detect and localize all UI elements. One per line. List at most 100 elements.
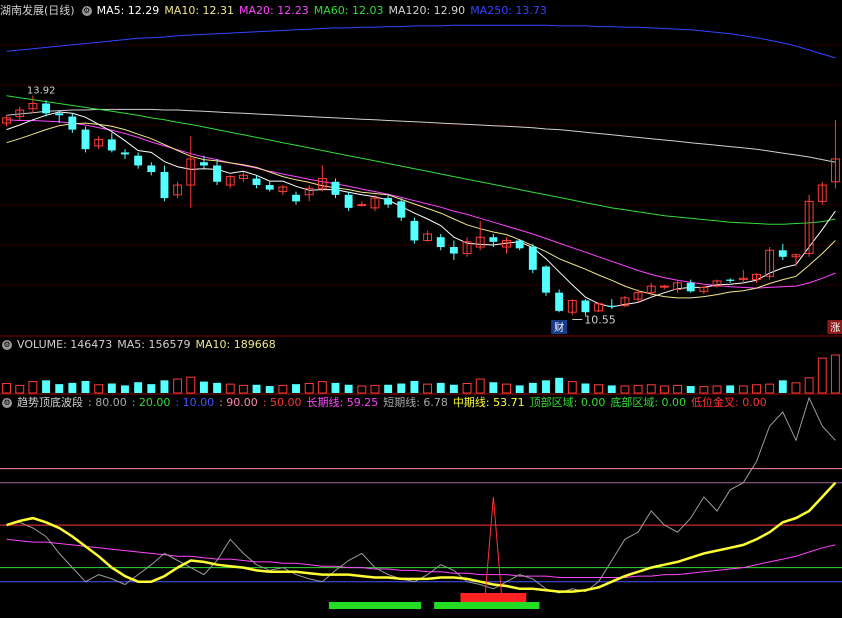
volume-bar (81, 380, 90, 393)
candle-body (489, 237, 498, 242)
volume-bar (213, 382, 222, 393)
volume-bar (344, 384, 353, 393)
golden-cross-spike (484, 496, 502, 594)
volume-bar (147, 384, 156, 393)
golden-cross-bar-0 (460, 593, 527, 602)
candle-body (384, 198, 393, 205)
volume-bar (765, 383, 775, 394)
candle-body (252, 178, 261, 186)
ma250-line (6, 24, 836, 59)
volume-bar (726, 385, 735, 393)
volume-bar (738, 385, 748, 394)
volume-bar (542, 380, 550, 393)
volume-bar (331, 382, 340, 393)
candle-body (542, 266, 550, 293)
candle-body (55, 113, 64, 116)
volume-bar (55, 384, 64, 393)
volume-bar (594, 384, 604, 394)
ma10-line (6, 122, 836, 299)
osc-short-line (6, 396, 836, 594)
volume-bar (94, 384, 104, 394)
volume-bar (607, 385, 616, 393)
volume-bar (15, 384, 25, 394)
volume-bar (265, 386, 274, 393)
volume-bar (292, 384, 300, 393)
volume-bar (357, 385, 367, 394)
candle-body (528, 247, 537, 270)
volume-bar (107, 383, 116, 393)
candle-body (357, 204, 367, 207)
volume-bar (620, 385, 630, 394)
volume-bar (370, 384, 380, 394)
candle-body (68, 116, 77, 130)
candle-body (292, 194, 300, 202)
volume-bar (791, 382, 801, 394)
candle-body (147, 165, 156, 172)
candle-body (436, 237, 445, 247)
volume-bar (830, 354, 840, 394)
volume-bar (659, 385, 669, 394)
volume-bar (646, 384, 656, 394)
ma5-line (6, 111, 836, 308)
stock-chart[interactable]: 13.92 10.55 财 涨 (0, 0, 842, 618)
candle-body (121, 152, 129, 155)
candle-body (42, 103, 50, 114)
volume-bar (423, 383, 433, 394)
candle-body (331, 181, 340, 195)
volume-bar (686, 386, 695, 393)
volume-bar (317, 381, 327, 394)
volume-bar (489, 382, 498, 393)
volume-bar (252, 384, 261, 393)
volume-bar (2, 383, 12, 394)
volume-bar (278, 384, 288, 394)
bottom-zone-bar-0 (328, 602, 421, 609)
volume-bar (567, 381, 577, 394)
low-price-label: 10.55 (584, 313, 616, 326)
volume-bar (397, 383, 406, 393)
badge-zhang: 涨 (830, 322, 840, 334)
candle-body (778, 250, 787, 257)
volume-bar (699, 386, 709, 394)
volume-bar (475, 378, 485, 394)
volume-bar (134, 382, 143, 393)
volume-bar (225, 383, 235, 394)
volume-bar (778, 380, 787, 393)
volume-bar (449, 384, 458, 393)
volume-bar (555, 377, 564, 393)
volume-bar (199, 381, 208, 393)
candle-body (134, 155, 143, 166)
volume-bar (633, 384, 643, 394)
osc-long-line (6, 538, 836, 578)
volume-bar (68, 382, 77, 393)
ma120-line (6, 108, 836, 163)
volume-bar (752, 384, 761, 394)
volume-bar (462, 383, 472, 394)
candle-body (265, 185, 274, 190)
badge-cai: 财 (554, 321, 564, 334)
candle-body (555, 292, 564, 311)
candle-body (160, 172, 169, 199)
volume-bar (436, 382, 445, 393)
high-price-label: 13.92 (27, 86, 56, 97)
volume-bar (42, 380, 50, 393)
candle-body (607, 305, 616, 307)
volume-bar (673, 384, 682, 394)
volume-bar (121, 385, 129, 393)
candle-body (659, 285, 669, 288)
volume-bar (410, 380, 419, 393)
volume-bar (528, 382, 537, 393)
candle-body (726, 279, 735, 281)
volume-bar (502, 383, 511, 394)
candle-body (410, 220, 419, 241)
volume-bar (581, 383, 590, 393)
volume-bar (173, 378, 183, 394)
volume-bar (238, 384, 248, 394)
candle-body (199, 162, 208, 166)
volume-bar (160, 380, 169, 393)
ma60-line (6, 95, 836, 225)
candle-body (515, 240, 524, 249)
candle-body (397, 201, 406, 218)
candle-body (449, 247, 458, 254)
candle-body (81, 129, 90, 150)
volume-bar (515, 385, 524, 393)
